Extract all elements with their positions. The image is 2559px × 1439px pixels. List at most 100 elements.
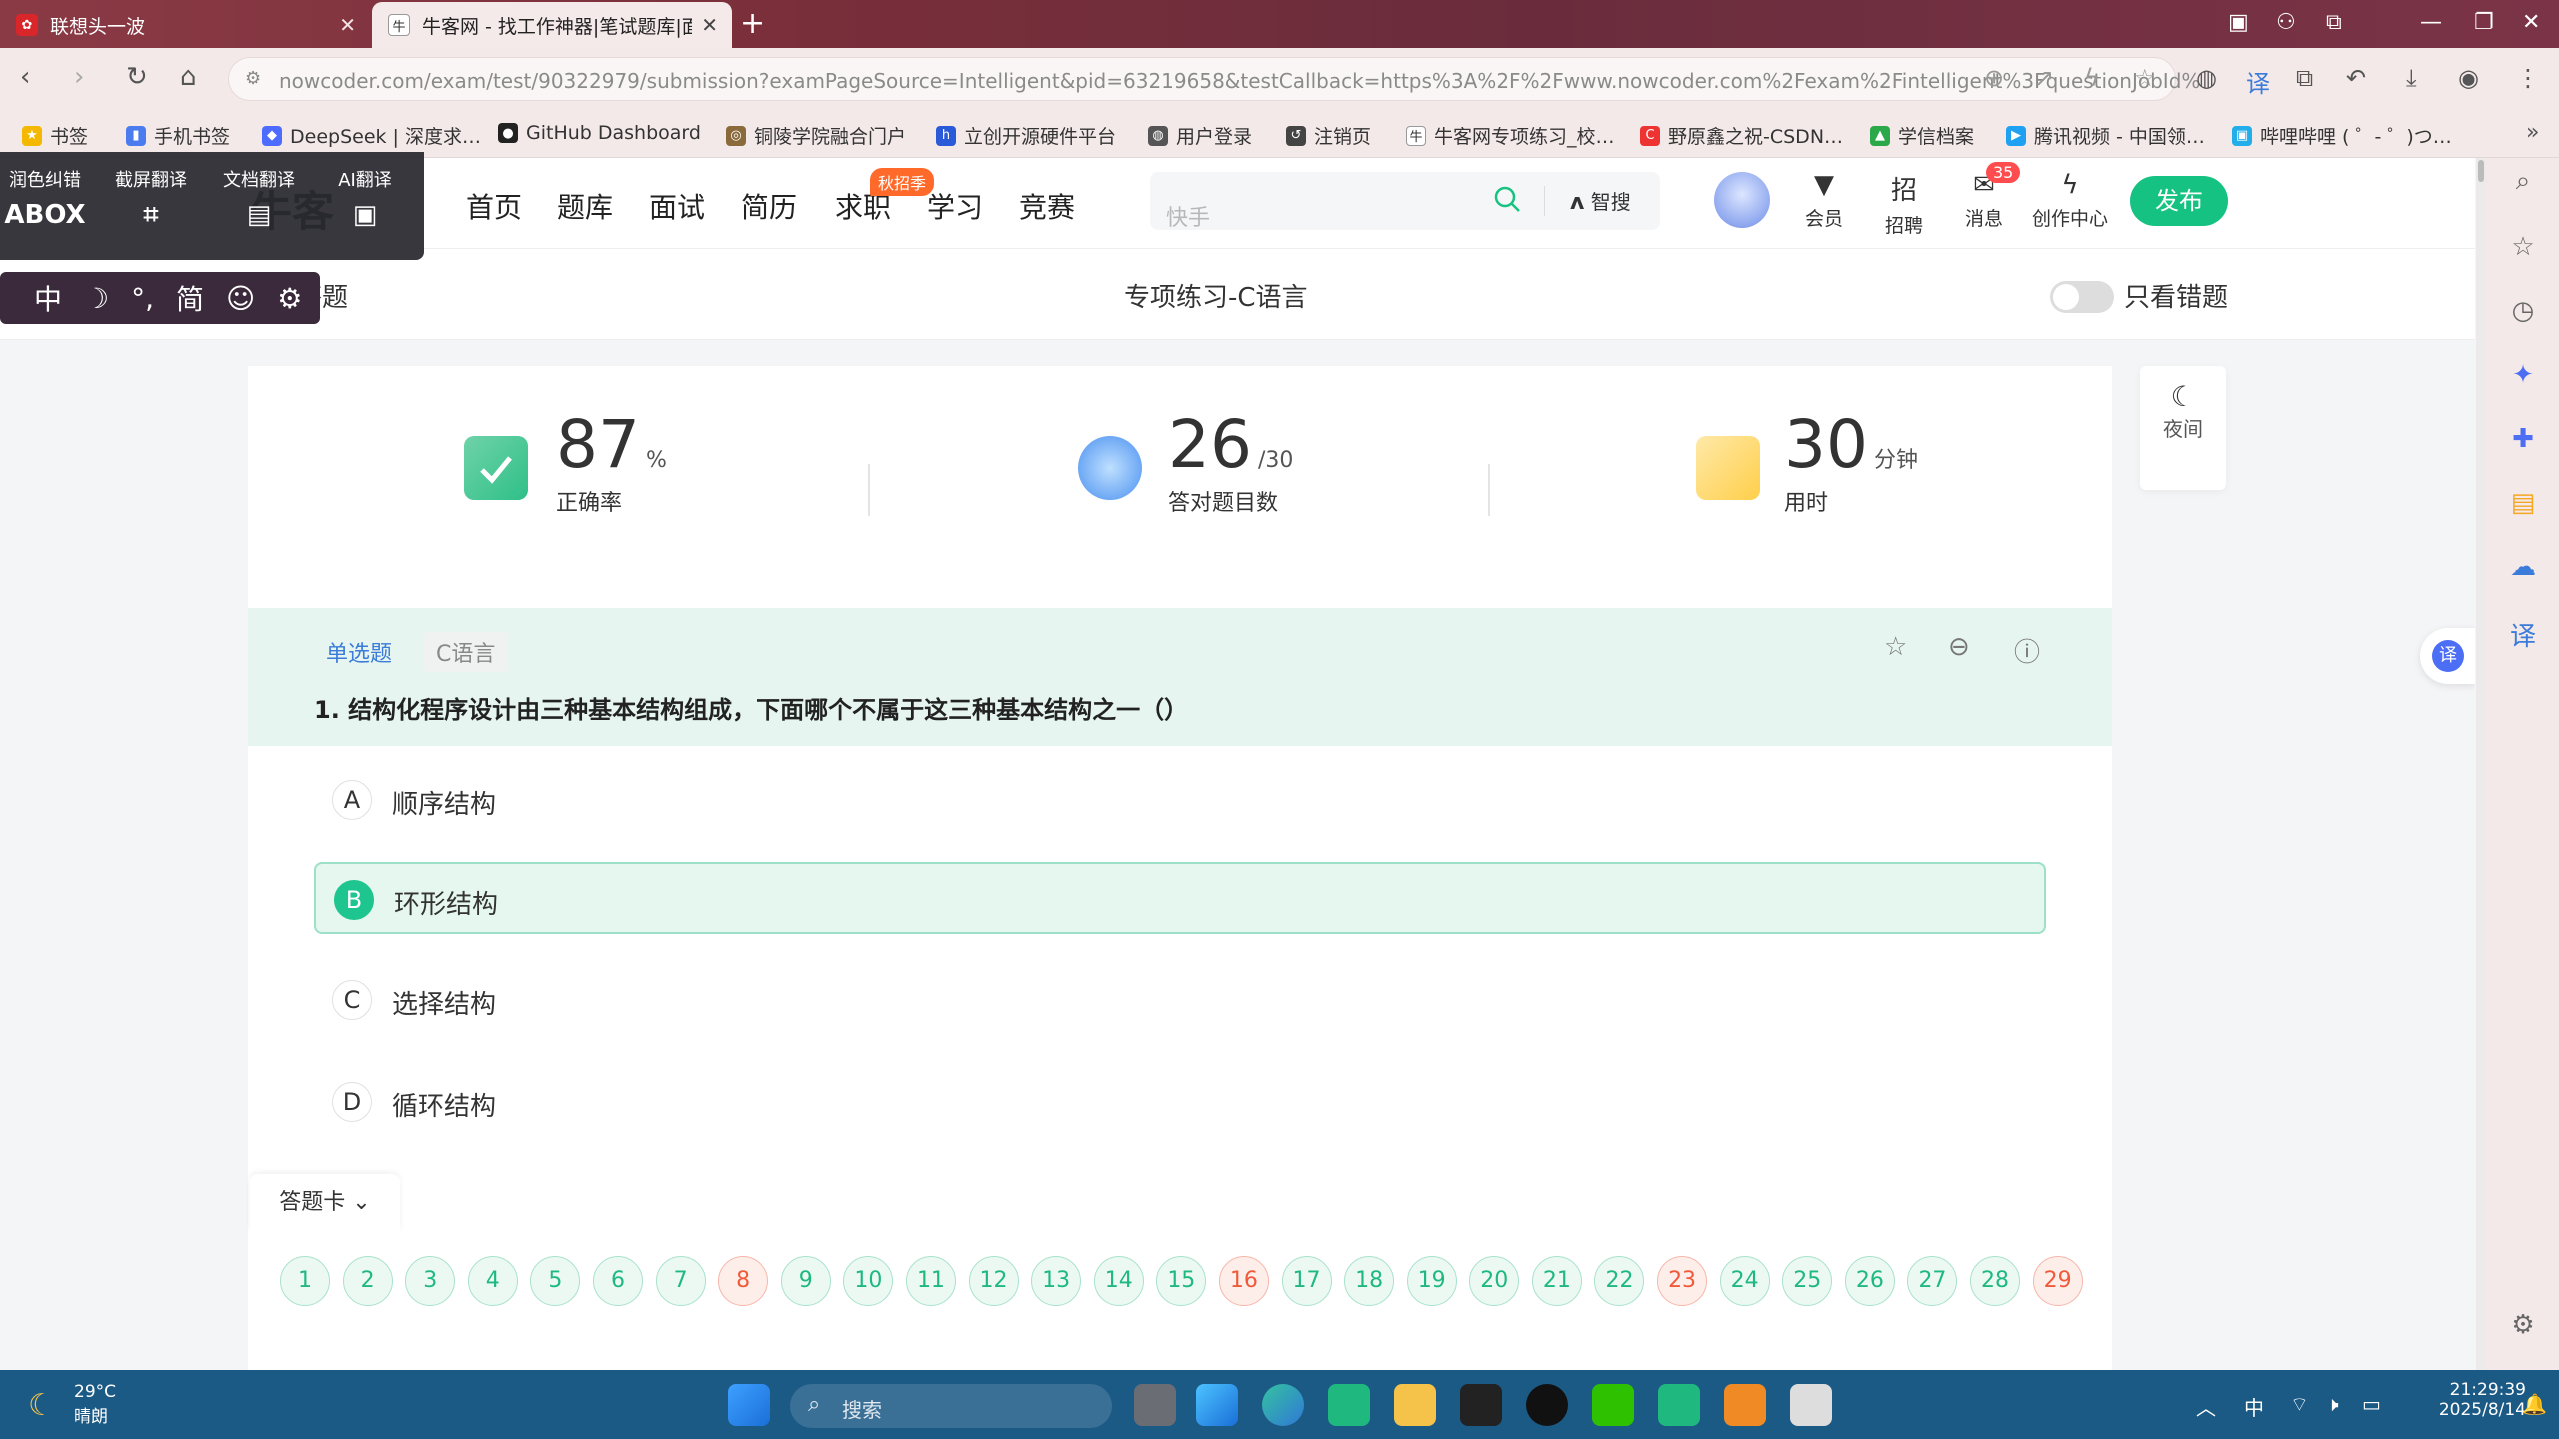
report-icon[interactable]: ⓘ <box>2014 632 2040 669</box>
answer-card-item[interactable]: 8 <box>718 1256 769 1306</box>
sidebar-toolbox-icon[interactable]: ▤ <box>2506 488 2540 522</box>
answer-card-item[interactable]: 2 <box>342 1256 393 1306</box>
bookmark-item[interactable]: 牛牛客网专项练习_校… <box>1406 122 1615 149</box>
answer-card-item[interactable]: 4 <box>467 1256 518 1306</box>
bookmark-overflow-icon[interactable]: » <box>2526 120 2539 145</box>
bookmark-item[interactable]: ▮ 手机书签 <box>126 122 230 149</box>
publish-button[interactable]: 发布 <box>2130 176 2228 226</box>
bookmark-item[interactable]: ▲ 学信档案 <box>1870 122 1974 149</box>
ai-translate-button[interactable]: AI翻译 ▣ <box>320 166 410 230</box>
bookmark-item[interactable]: ◆ DeepSeek | 深度求… <box>262 122 481 149</box>
ime-settings-icon[interactable]: ⚙ <box>277 282 302 315</box>
sidebar-ai-icon[interactable]: ✦ <box>2506 360 2540 394</box>
new-tab-icon[interactable]: + <box>740 6 765 41</box>
reload-icon[interactable]: ↻ <box>126 62 148 92</box>
nav-resume[interactable]: 简历 <box>741 186 797 226</box>
sidebar-favorites-icon[interactable]: ☆ <box>2506 232 2540 266</box>
wechat-icon[interactable] <box>1592 1384 1634 1426</box>
tab-nowcoder[interactable]: 牛 牛客网 - 找工作神器|笔试题库|面… ✕ <box>372 2 732 48</box>
store-icon[interactable] <box>1658 1384 1700 1426</box>
bookmark-item[interactable]: ↺ 注销页 <box>1286 122 1371 149</box>
site-info-icon[interactable]: ⚙ <box>245 68 261 89</box>
sidebar-settings-icon[interactable]: ⚙ <box>2506 1310 2540 1344</box>
nav-interview[interactable]: 面试 <box>649 186 705 226</box>
screenshot-translate-button[interactable]: 截屏翻译 ⌗ <box>106 166 196 231</box>
answer-card-item[interactable]: 16 <box>1218 1256 1269 1306</box>
answer-card-item[interactable]: 7 <box>655 1256 706 1306</box>
tab-lenovo[interactable]: ✿ 联想头一波 ✕ <box>0 2 370 48</box>
scrollbar-thumb[interactable] <box>2478 160 2484 182</box>
bookmark-item[interactable]: ◍ 用户登录 <box>1148 122 1252 149</box>
answer-card-item[interactable]: 18 <box>1344 1256 1395 1306</box>
answer-card-item[interactable]: 11 <box>905 1256 956 1306</box>
polish-button[interactable]: 润色纠错 ABOX <box>0 166 90 230</box>
answer-card-item[interactable]: 22 <box>1594 1256 1645 1306</box>
answer-card-toggle[interactable]: 答题卡 ⌄ <box>250 1174 400 1232</box>
start-icon[interactable] <box>728 1384 770 1426</box>
answer-card-item[interactable]: 27 <box>1907 1256 1958 1306</box>
answer-card-item[interactable]: 6 <box>592 1256 643 1306</box>
favorite-icon[interactable]: ☆ <box>1884 632 1907 662</box>
puzzle-icon[interactable]: ⧉ <box>2296 64 2313 92</box>
wifi-icon[interactable]: ⌔ <box>2290 1392 2309 1417</box>
answer-card-item[interactable]: 13 <box>1031 1256 1082 1306</box>
browser-icon[interactable] <box>1724 1384 1766 1426</box>
notification-icon[interactable]: 🔔 <box>2522 1392 2547 1416</box>
option-a[interactable]: A 顺序结构 <box>314 764 2046 836</box>
ime-emoji-icon[interactable]: ☺ <box>226 282 255 315</box>
sidebar-game-icon[interactable]: ✚ <box>2506 424 2540 458</box>
answer-card-item[interactable]: 5 <box>530 1256 581 1306</box>
minimize-icon[interactable]: — <box>2420 10 2442 35</box>
answer-card-item[interactable]: 26 <box>1844 1256 1895 1306</box>
translate-extension-icon[interactable]: 译 <box>2246 64 2270 99</box>
sidebar-search-icon[interactable]: ⌕ <box>2506 166 2540 200</box>
taskbar-clock[interactable]: 21:29:39 2025/8/14 <box>2402 1380 2526 1420</box>
scrollbar[interactable] <box>2476 158 2486 1370</box>
wrong-only-toggle[interactable] <box>2050 281 2114 313</box>
more-icon[interactable]: ⋮ <box>2516 64 2540 92</box>
share-icon[interactable]: ↗ <box>2034 64 2054 92</box>
answer-card-item[interactable]: 14 <box>1093 1256 1144 1306</box>
smart-search-button[interactable]: ʌ 智搜 <box>1570 186 1631 215</box>
bookmark-item[interactable]: ● GitHub Dashboard <box>498 122 701 144</box>
nav-contest[interactable]: 竞赛 <box>1019 186 1075 226</box>
answer-card-item[interactable]: 21 <box>1531 1256 1582 1306</box>
file-explorer-icon[interactable] <box>1394 1384 1436 1426</box>
app-icon[interactable] <box>1460 1384 1502 1426</box>
bookmark-item[interactable]: C 野原鑫之祝-CSDN… <box>1640 122 1843 149</box>
home-icon[interactable]: ⌂ <box>180 62 197 92</box>
profile-icon[interactable]: ◉ <box>2458 64 2479 92</box>
edge-ai-icon[interactable] <box>1196 1384 1238 1426</box>
qq-icon[interactable] <box>1526 1384 1568 1426</box>
game-icon[interactable]: ⚇ <box>2276 10 2296 35</box>
option-b[interactable]: B 环形结构 <box>314 862 2046 934</box>
url-text[interactable]: nowcoder.com/exam/test/90322979/submissi… <box>279 69 2199 93</box>
bookmark-item[interactable]: ★ 书签 <box>22 122 88 149</box>
tray-chevron-icon[interactable]: ︿ <box>2196 1392 2216 1421</box>
sidebar-cloud-icon[interactable]: ☁ <box>2506 552 2540 586</box>
vip-button[interactable]: ▼ 会员 <box>1784 170 1864 231</box>
night-mode-button[interactable]: ☾ 夜间 <box>2140 366 2226 490</box>
dev-tool-icon[interactable] <box>1328 1384 1370 1426</box>
answer-card-item[interactable]: 19 <box>1406 1256 1457 1306</box>
url-bar[interactable]: ⚙ nowcoder.com/exam/test/90322979/submis… <box>228 57 2199 101</box>
download-icon[interactable]: ⤓ <box>2406 64 2417 92</box>
answer-card-item[interactable]: 24 <box>1719 1256 1770 1306</box>
maximize-icon[interactable]: ❐ <box>2474 10 2494 35</box>
recruit-button[interactable]: 招招聘 <box>1864 170 1944 238</box>
ime-moon-icon[interactable]: ☽ <box>84 282 109 315</box>
remove-icon[interactable]: ⊖ <box>1948 632 1970 662</box>
answer-card-item[interactable]: 3 <box>405 1256 456 1306</box>
bookmark-item[interactable]: ▶ 腾讯视频 - 中国领… <box>2006 122 2205 149</box>
answer-card-item[interactable]: 15 <box>1156 1256 1207 1306</box>
ime-punct-icon[interactable]: °, <box>131 282 154 315</box>
sidebar-history-icon[interactable]: ◷ <box>2506 296 2540 330</box>
close-tab-icon[interactable]: ✕ <box>701 13 718 37</box>
avatar[interactable] <box>1714 172 1770 228</box>
star-bookmark-icon[interactable]: ☆ <box>2134 64 2156 92</box>
close-tab-icon[interactable]: ✕ <box>339 13 356 37</box>
snip-icon[interactable] <box>1790 1384 1832 1426</box>
tab-list-icon[interactable]: ▣ <box>2228 10 2249 35</box>
bookmark-item[interactable]: ▣ 哔哩哔哩 ( ゜- ゜)つ… <box>2232 122 2452 149</box>
extension-icon[interactable]: ⧉ <box>2326 10 2342 35</box>
